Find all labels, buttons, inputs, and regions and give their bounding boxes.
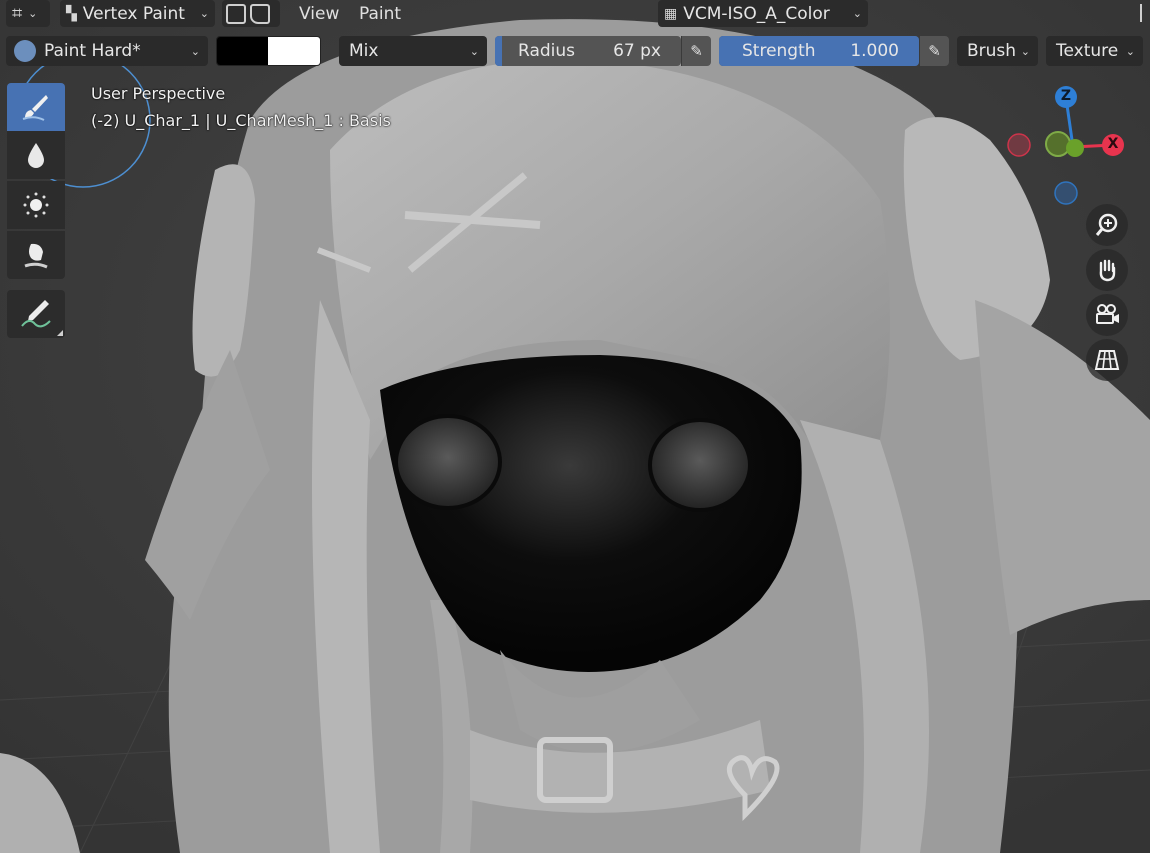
tool-draw[interactable] [7,83,65,131]
z-axis-label: Z [1060,88,1072,104]
x-axis-label: X [1107,136,1119,152]
neg-y-axis-handle[interactable] [1045,131,1071,157]
strength-pressure-button[interactable]: ✎ [919,36,949,66]
chevron-down-icon: ⌄ [852,7,862,20]
tool-smear[interactable] [7,231,65,279]
editor-type-button[interactable]: ⌗ ⌄ [6,0,50,27]
strength-field[interactable]: Strength 1.000 [719,36,919,66]
header-overflow-icon[interactable] [1140,4,1150,22]
paint-brush-icon [22,95,48,121]
tool-settings-bar: Paint Hard* ⌄ Mix ⌄ Radius 67 px ✎ Stren… [0,36,1150,66]
drop-icon [28,143,44,168]
perspective-toggle-button[interactable] [1086,339,1128,381]
chevron-down-icon: ⌄ [1125,44,1135,58]
texture-menu[interactable]: Texture ⌄ [1046,36,1143,66]
pen-pressure-icon: ✎ [690,42,703,60]
secondary-color-swatch[interactable] [268,37,320,65]
face-mask-icon[interactable] [226,3,246,24]
radius-field[interactable]: Radius 67 px [495,36,681,66]
grid-view-icon [1094,350,1120,370]
color-swatches [216,36,321,66]
chevron-down-icon: ⌄ [28,7,38,20]
tool-expand-corner-icon [57,330,63,336]
pen-pressure-icon: ✎ [928,42,941,60]
color-attribute-label: VCM-ISO_A_Color [683,3,830,24]
color-attribute-icon: ▦ [664,5,678,22]
texture-menu-label: Texture [1056,41,1119,61]
camera-icon [1096,304,1119,324]
brush-name: Paint Hard* [44,41,141,61]
menu-paint[interactable]: Paint [359,0,401,27]
vertex-paint-icon: ▚ [66,5,77,22]
strength-value: 1.000 [850,41,899,61]
chevron-down-icon: ⌄ [1020,44,1030,58]
viewport-header: ⌗ ⌄ ▚ Vertex Paint ⌄ View Paint ▦ VCM-IS… [0,0,1150,27]
blend-mode-selector[interactable]: Mix ⌄ [339,36,487,66]
zoom-icon [1095,213,1118,236]
neg-z-axis-handle[interactable] [1054,181,1078,205]
chevron-down-icon: ⌄ [469,44,479,58]
chevron-down-icon: ⌄ [199,7,209,20]
strength-label: Strength [742,41,816,61]
mode-label: Vertex Paint [82,3,185,24]
radius-value: 67 px [613,41,661,61]
tool-blur[interactable] [7,131,65,179]
brush-menu[interactable]: Brush ⌄ [957,36,1038,66]
pan-hand-icon [1099,259,1116,282]
neg-x-axis-handle[interactable] [1007,133,1031,157]
tool-average[interactable] [7,181,65,229]
pan-button[interactable] [1086,249,1128,291]
brush-menu-label: Brush [967,41,1017,61]
radius-fill [495,36,502,66]
blend-mode-label: Mix [349,41,379,61]
y-axis-handle[interactable] [1066,139,1084,157]
editor-type-icon: ⌗ [12,3,23,24]
dots-icon [23,192,49,218]
radius-label: Radius [518,41,576,61]
mask-toggle-group [222,0,280,27]
vertex-mask-icon[interactable] [250,3,270,24]
annotate-pen-icon [21,300,51,328]
primary-color-swatch[interactable] [217,37,269,65]
zoom-button[interactable] [1086,204,1128,246]
camera-view-button[interactable] [1086,294,1128,336]
color-attribute-selector[interactable]: ▦ VCM-ISO_A_Color ⌄ [658,0,868,27]
smear-finger-icon [24,243,48,269]
tool-annotate[interactable] [7,290,65,338]
brush-icon [14,40,36,62]
brush-selector[interactable]: Paint Hard* ⌄ [6,36,208,66]
view-name: User Perspective [91,84,226,103]
radius-pressure-button[interactable]: ✎ [681,36,711,66]
menu-view[interactable]: View [299,0,339,27]
mode-selector[interactable]: ▚ Vertex Paint ⌄ [60,0,215,27]
object-info: (-2) U_Char_1 | U_CharMesh_1 : Basis [91,111,391,130]
chevron-down-icon: ⌄ [190,44,200,58]
